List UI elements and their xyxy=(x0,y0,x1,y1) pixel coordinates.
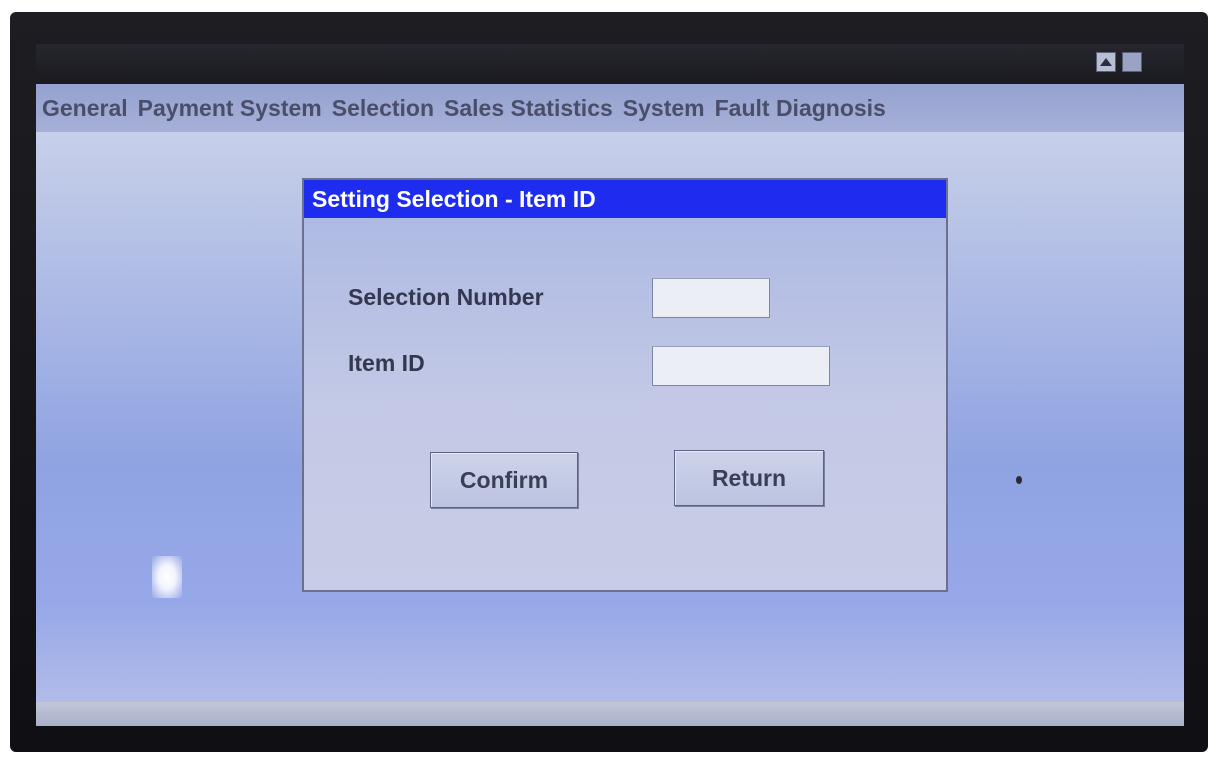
dialog-title: Setting Selection - Item ID xyxy=(304,180,946,218)
up-arrow-icon[interactable] xyxy=(1096,52,1116,72)
item-id-label: Item ID xyxy=(348,350,425,376)
menu-item-sales-statistics[interactable]: Sales Statistics xyxy=(444,95,613,122)
screen-glare xyxy=(152,556,182,598)
selection-number-label: Selection Number xyxy=(348,284,544,310)
item-id-dialog: Setting Selection - Item ID Selection Nu… xyxy=(302,178,948,592)
screen-speck xyxy=(1016,476,1022,484)
menu-item-payment-system[interactable]: Payment System xyxy=(138,95,322,122)
window-titlebar xyxy=(36,44,1184,84)
menu-item-selection[interactable]: Selection xyxy=(332,95,434,122)
menu-item-general[interactable]: General xyxy=(42,95,128,122)
menu-item-fault-diagnosis[interactable]: Fault Diagnosis xyxy=(715,95,886,122)
window-icon[interactable] xyxy=(1122,52,1142,72)
selection-number-input[interactable] xyxy=(652,278,770,318)
bottom-status-strip xyxy=(36,702,1184,726)
menu-bar: General Payment System Selection Sales S… xyxy=(36,84,1184,132)
item-id-input[interactable] xyxy=(652,346,830,386)
menu-item-system[interactable]: System xyxy=(623,95,705,122)
touch-screen: General Payment System Selection Sales S… xyxy=(36,44,1184,726)
return-button[interactable]: Return xyxy=(674,450,824,506)
confirm-button[interactable]: Confirm xyxy=(430,452,578,508)
